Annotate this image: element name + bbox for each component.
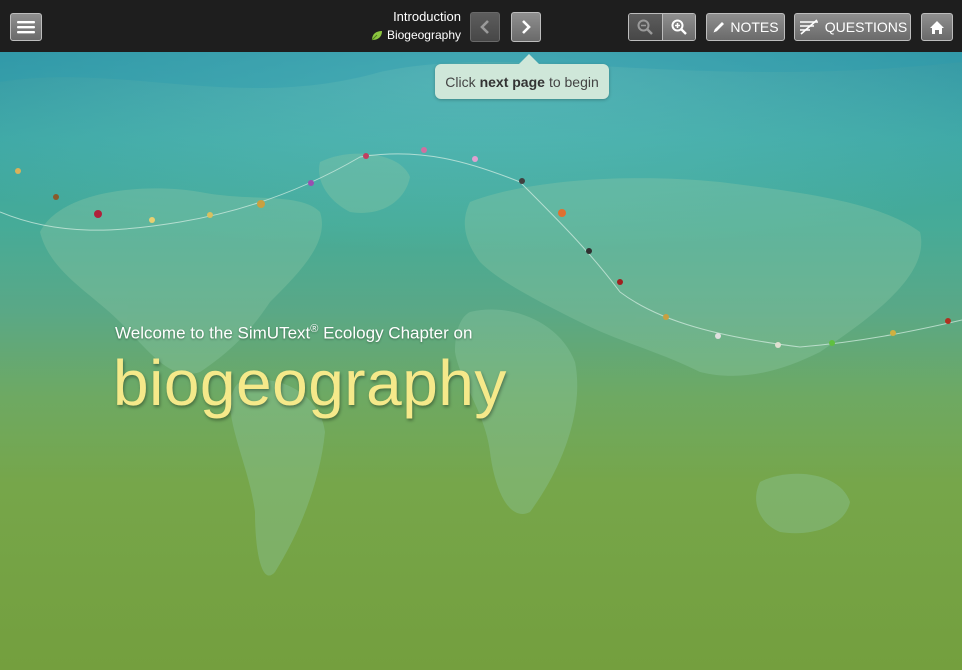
questions-label: QUESTIONS: [824, 19, 908, 35]
chapter-subtitle: Biogeography: [371, 27, 461, 43]
menu-button[interactable]: [10, 13, 42, 41]
leaf-icon: [371, 30, 382, 40]
chapter-title: biogeography: [113, 347, 507, 419]
questions-button[interactable]: QUESTIONS: [794, 13, 911, 41]
notes-label: NOTES: [730, 19, 779, 35]
home-icon: [930, 20, 944, 34]
welcome-suffix: Ecology Chapter on: [318, 323, 473, 343]
chevron-left-icon: [480, 20, 489, 34]
zoom-in-icon: [671, 19, 687, 35]
welcome-prefix: Welcome to the SimUText: [115, 323, 311, 343]
zoom-out-icon: [637, 19, 654, 35]
welcome-line: Welcome to the SimUText® Ecology Chapter…: [115, 323, 472, 344]
hamburger-icon: [17, 21, 35, 34]
top-toolbar: Introduction Biogeography NOTES QUESTION…: [0, 0, 962, 53]
subtitle-text: Biogeography: [386, 28, 461, 42]
section-title: Introduction: [393, 9, 461, 24]
notes-button[interactable]: NOTES: [706, 13, 785, 41]
tooltip-emphasis: next page: [479, 73, 545, 90]
pencil-icon: [713, 22, 725, 33]
tooltip-prefix: Click: [445, 73, 476, 90]
title-page-canvas: Click next page to begin Welcome to the …: [0, 52, 962, 670]
chevron-right-icon: [522, 20, 531, 34]
next-page-button[interactable]: [511, 12, 541, 42]
start-hint-tooltip: Click next page to begin: [435, 54, 609, 99]
tooltip-suffix: to begin: [548, 73, 599, 90]
home-button[interactable]: [921, 13, 953, 41]
page-title-block: Introduction Biogeography: [371, 9, 461, 43]
previous-page-button[interactable]: [470, 12, 500, 42]
zoom-out-button[interactable]: [629, 14, 662, 40]
questions-icon: [799, 19, 818, 35]
zoom-controls: [628, 13, 696, 41]
zoom-in-button[interactable]: [661, 14, 695, 40]
